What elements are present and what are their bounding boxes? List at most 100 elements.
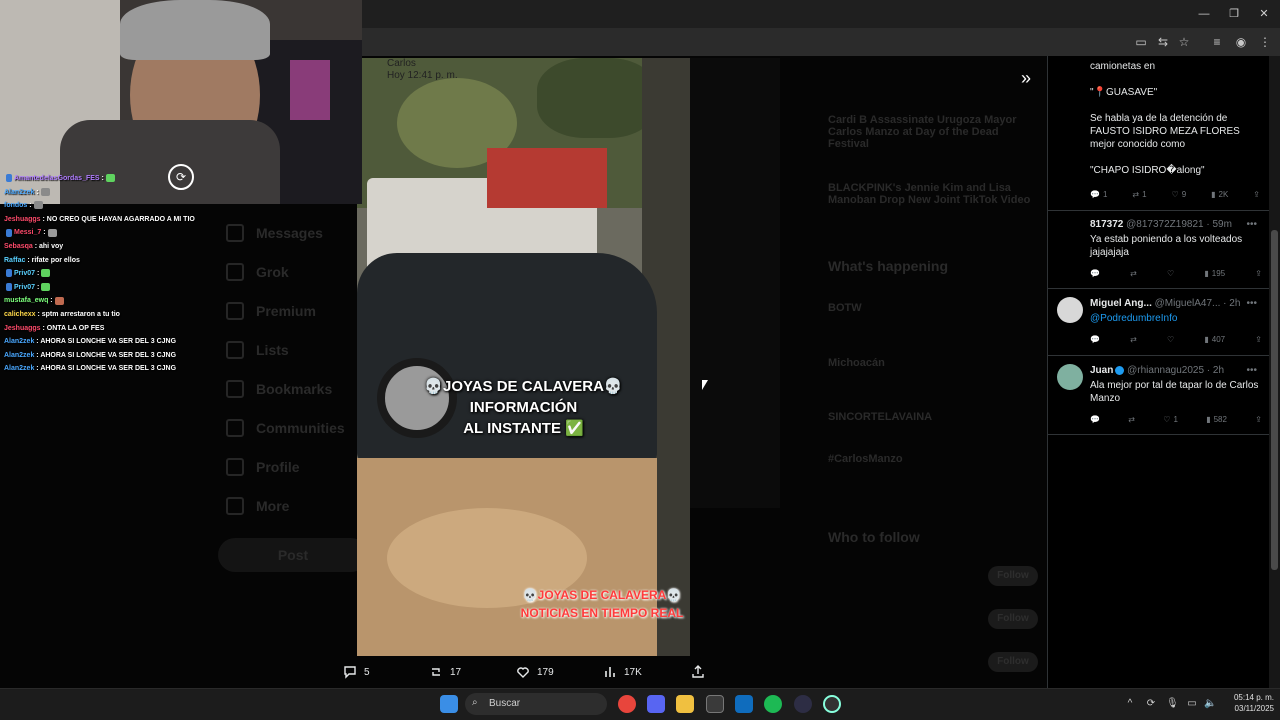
share-icon[interactable]: ⇪	[1255, 269, 1262, 278]
views-button[interactable]: ▮ 407	[1204, 335, 1225, 344]
who-to-follow-heading: Who to follow	[828, 529, 920, 545]
chat-username[interactable]: mustafa_ewq	[4, 297, 48, 304]
tweet-line: camionetas en	[1090, 61, 1156, 72]
media-controls-icon[interactable]: ≡	[1209, 34, 1225, 50]
microphone-icon[interactable]: 🎙	[1166, 698, 1179, 709]
reply-icon[interactable]: 💬	[1090, 415, 1100, 424]
tray-sync-icon[interactable]: ⟳	[1145, 698, 1157, 709]
store-icon[interactable]	[706, 695, 724, 713]
reply-count: 5	[364, 666, 370, 678]
happening-item-4: #CarlosManzo	[828, 453, 903, 465]
tray-chevron-icon[interactable]: ^	[1124, 698, 1136, 709]
expand-chevrons-icon[interactable]: »	[1016, 68, 1036, 88]
chat-username[interactable]: Priv07	[14, 284, 35, 291]
close-icon[interactable]: ✕	[1256, 6, 1272, 22]
chat-text: :	[99, 175, 104, 182]
stream-chat: AmantedelasGordas_FES : Alan2zek : fondos …	[0, 172, 260, 376]
taskbar-search[interactable]: Buscar	[465, 693, 607, 715]
repost-icon[interactable]: ⇄	[1130, 335, 1137, 344]
reply-author[interactable]: Miguel Ang... @MiguelA47... · 2h	[1090, 298, 1240, 309]
reply-mention-link[interactable]: @PodredumbreInfo	[1090, 312, 1260, 325]
app-icon[interactable]	[794, 695, 812, 713]
network-icon[interactable]: ▭	[1186, 698, 1198, 709]
chat-username[interactable]: calichexx	[4, 311, 36, 318]
share-icon[interactable]: ⇪	[1255, 335, 1262, 344]
like-button[interactable]: ♡ 9	[1172, 190, 1187, 199]
chat-text: :	[34, 188, 39, 196]
chat-username[interactable]: Alan2zek	[4, 365, 34, 372]
reply-item[interactable]: Miguel Ang... @MiguelA47... · 2h ••• @Po…	[1047, 290, 1269, 356]
reply-body: Ya estab poniendo a los volteados jajaja…	[1090, 234, 1243, 258]
share-button[interactable]: ⇪	[1253, 190, 1260, 199]
chat-username[interactable]: fondos	[4, 202, 27, 209]
reply-icon[interactable]: 💬	[1090, 269, 1100, 278]
avatar[interactable]	[1057, 364, 1083, 390]
views-button[interactable]: ▮ 2K	[1211, 190, 1228, 199]
follow-button-2: Follow	[988, 609, 1038, 629]
views-count: 17K	[624, 666, 642, 678]
minimize-icon[interactable]: —	[1196, 6, 1212, 22]
views-action[interactable]: 17K	[602, 664, 642, 680]
outlook-icon[interactable]	[735, 695, 753, 713]
reply-action[interactable]: 5	[342, 664, 370, 680]
profile-avatar-icon[interactable]: ◉	[1233, 34, 1249, 50]
media-video[interactable]: Carlos Hoy 12:41 p. m. 💀JOYAS DE CALAVER…	[357, 58, 690, 656]
chat-badge-icon	[6, 282, 12, 291]
volume-icon[interactable]: 🔈	[1204, 698, 1216, 709]
repost-icon[interactable]: ⇄	[1130, 269, 1137, 278]
reply-item[interactable]: Juan @rhiannagu2025 · 2h ••• Ala mejor p…	[1047, 357, 1269, 435]
like-button[interactable]: ♡ 1	[1163, 415, 1178, 424]
scrollbar-thumb[interactable]	[1271, 230, 1278, 570]
chat-username[interactable]: Jeshuaggs	[4, 216, 41, 223]
heart-icon[interactable]: ♡	[1167, 335, 1174, 344]
chat-username[interactable]: Messi_7	[14, 229, 41, 236]
chat-username[interactable]: Alan2zek	[4, 352, 34, 359]
chat-username[interactable]: Alan2zek	[4, 338, 34, 345]
reply-item[interactable]: 817372 @817372Z19821 · 59m ••• Ya estab …	[1047, 211, 1269, 289]
repost-action[interactable]: 17	[428, 664, 461, 680]
app-with-notification-icon[interactable]	[823, 695, 841, 713]
views-button[interactable]: ▮ 582	[1206, 415, 1227, 424]
repost-button[interactable]: ⇄ 1	[1132, 190, 1146, 199]
spotify-icon[interactable]	[764, 695, 782, 713]
reply-button[interactable]: 💬 1	[1090, 190, 1107, 199]
more-options-icon[interactable]: •••	[1246, 219, 1257, 230]
taskbar-clock[interactable]: 05:14 p. m. 03/11/2025	[1222, 692, 1274, 714]
tweet-line: mejor conocido como	[1090, 139, 1186, 150]
chat-username[interactable]: Sebasqa	[4, 243, 33, 250]
chat-username[interactable]: Raffac	[4, 257, 25, 264]
search-placeholder: Buscar	[489, 698, 521, 709]
heart-icon[interactable]: ♡	[1167, 269, 1174, 278]
chrome-icon[interactable]	[618, 695, 636, 713]
chat-badge-icon	[6, 174, 12, 183]
like-action[interactable]: 179	[515, 664, 554, 680]
views-chart-icon	[605, 667, 615, 677]
chat-username[interactable]: Alan2zek	[4, 189, 34, 196]
chat-badge-icon	[6, 269, 12, 278]
file-explorer-icon[interactable]	[676, 695, 694, 713]
follow-button-1: Follow	[988, 566, 1038, 586]
cast-icon[interactable]: ▭	[1133, 34, 1149, 50]
avatar[interactable]	[1057, 297, 1083, 323]
streamer-cap	[120, 0, 270, 60]
discord-icon[interactable]	[647, 695, 665, 713]
start-windows-icon[interactable]	[440, 695, 458, 713]
bookmark-star-icon[interactable]: ☆	[1176, 34, 1192, 50]
more-options-icon[interactable]: •••	[1246, 365, 1257, 376]
views-button[interactable]: ▮ 195	[1204, 269, 1225, 278]
clock-time: 05:14 p. m.	[1233, 693, 1274, 702]
reply-icon[interactable]: 💬	[1090, 335, 1100, 344]
share-icon[interactable]: ⇪	[1255, 415, 1262, 424]
more-options-icon[interactable]: •••	[1246, 298, 1257, 309]
chat-username[interactable]: Jeshuaggs	[4, 325, 41, 332]
translate-icon[interactable]: ⇆	[1155, 34, 1171, 50]
reply-author[interactable]: Juan @rhiannagu2025 · 2h	[1090, 365, 1224, 376]
chat-username[interactable]: AmantedelasGordas_FES	[14, 175, 100, 182]
avatar[interactable]	[1057, 219, 1083, 245]
repost-icon[interactable]: ⇄	[1128, 415, 1135, 424]
browser-menu-icon[interactable]: ⋮	[1257, 34, 1273, 50]
share-action[interactable]	[690, 664, 706, 680]
chat-username[interactable]: Priv07	[14, 270, 35, 277]
maximize-icon[interactable]: ❐	[1226, 6, 1242, 22]
reply-author[interactable]: 817372 @817372Z19821 · 59m	[1090, 219, 1232, 230]
